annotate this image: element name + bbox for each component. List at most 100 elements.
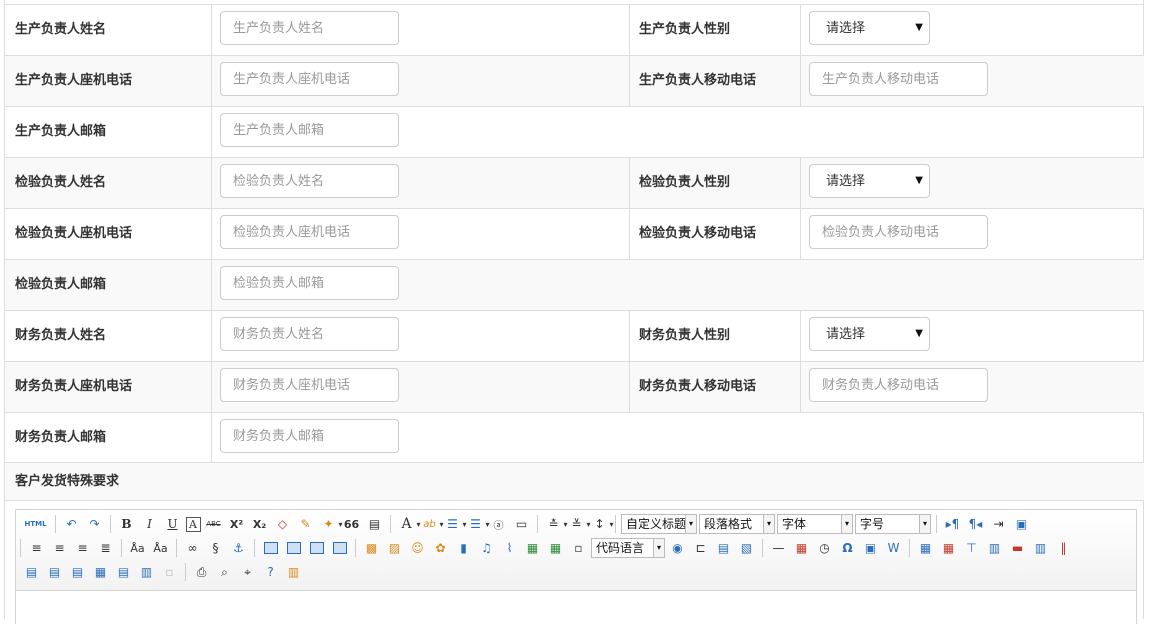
- special-char-icon[interactable]: Ω: [838, 538, 858, 558]
- font-border-icon[interactable]: A: [185, 516, 201, 532]
- anchor-icon[interactable]: ⚓: [229, 538, 249, 558]
- horizontal-rule-icon[interactable]: —: [769, 538, 789, 558]
- insert-image-icon[interactable]: ▨: [385, 538, 405, 558]
- font-size-select[interactable]: 字号 ▾: [855, 514, 931, 534]
- gender-select[interactable]: 请选择 ▼: [809, 164, 930, 198]
- strikethrough-icon[interactable]: ABC: [204, 514, 224, 534]
- ordered-list-icon[interactable]: ☰: [443, 514, 466, 534]
- underline-icon[interactable]: U: [163, 514, 183, 534]
- search-replace-icon[interactable]: ⌖: [238, 562, 258, 582]
- html-source-button[interactable]: HTML: [22, 514, 50, 534]
- eraser-icon[interactable]: ◇: [273, 514, 293, 534]
- paste-plain-icon[interactable]: ▤: [365, 514, 385, 534]
- blockquote-icon[interactable]: 66: [342, 514, 362, 534]
- help-icon[interactable]: ?: [261, 562, 281, 582]
- image-right-icon[interactable]: [307, 538, 327, 558]
- insert-col-icon[interactable]: ▥: [1031, 538, 1051, 558]
- insert-frame-icon[interactable]: ▫: [569, 538, 589, 558]
- unlink-icon[interactable]: §: [206, 538, 226, 558]
- text-field[interactable]: [220, 266, 399, 300]
- to-lowercase-icon[interactable]: Åa: [151, 538, 171, 558]
- font-color-icon[interactable]: A: [397, 514, 420, 534]
- text-field[interactable]: [220, 113, 399, 147]
- text-field[interactable]: [220, 419, 399, 453]
- align-right-icon[interactable]: ≡: [73, 538, 93, 558]
- clear-doc-icon[interactable]: ▭: [512, 514, 532, 534]
- delete-row-icon[interactable]: ▬: [1008, 538, 1028, 558]
- editor-content-area[interactable]: [16, 591, 1136, 631]
- gmap-icon[interactable]: ▦: [546, 538, 566, 558]
- merge-cells-icon[interactable]: ▤: [22, 562, 42, 582]
- delete-col-icon[interactable]: ‖: [1054, 538, 1074, 558]
- insert-video-icon[interactable]: ▮: [454, 538, 474, 558]
- italic-icon[interactable]: I: [140, 514, 160, 534]
- insert-paragraph-before-table-icon[interactable]: ⊤: [962, 538, 982, 558]
- snapscreen-icon[interactable]: ▣: [861, 538, 881, 558]
- text-field[interactable]: [220, 215, 399, 249]
- paragraph-format-select[interactable]: 段落格式 ▾: [699, 514, 775, 534]
- undo-icon[interactable]: ↶: [62, 514, 82, 534]
- font-family-select[interactable]: 字体 ▾: [777, 514, 853, 534]
- gender-select[interactable]: 请选择 ▼: [809, 317, 930, 351]
- subscript-icon[interactable]: X₂: [250, 514, 270, 534]
- text-field[interactable]: [220, 317, 399, 351]
- image-left-icon[interactable]: [284, 538, 304, 558]
- insert-row-icon[interactable]: ▥: [985, 538, 1005, 558]
- rtl-icon[interactable]: ¶◂: [966, 514, 986, 534]
- preview-icon[interactable]: ▣: [1012, 514, 1032, 534]
- gender-select[interactable]: 请选择 ▼: [809, 11, 930, 45]
- redo-icon[interactable]: ↷: [85, 514, 105, 534]
- text-field[interactable]: [220, 164, 399, 198]
- text-field[interactable]: [220, 368, 399, 402]
- indent-icon[interactable]: ⇥: [989, 514, 1009, 534]
- scrawl-icon[interactable]: ✿: [431, 538, 451, 558]
- select-all-icon[interactable]: ⓐ: [489, 514, 509, 534]
- ltr-icon[interactable]: ▸¶: [943, 514, 963, 534]
- text-field[interactable]: [809, 215, 988, 249]
- line-height-icon[interactable]: ↕: [590, 514, 613, 534]
- align-left-icon[interactable]: ≡: [27, 538, 47, 558]
- link-icon[interactable]: ∞: [183, 538, 203, 558]
- charts-icon[interactable]: ▫: [160, 562, 180, 582]
- unordered-list-icon[interactable]: ☰: [466, 514, 489, 534]
- image-center-icon[interactable]: [330, 538, 350, 558]
- format-brush-icon[interactable]: ✎: [296, 514, 316, 534]
- drafts-icon[interactable]: ▥: [284, 562, 304, 582]
- align-justify-icon[interactable]: ≣: [96, 538, 116, 558]
- pagebreak-icon[interactable]: ◉: [668, 538, 688, 558]
- date-icon[interactable]: ▦: [792, 538, 812, 558]
- text-field[interactable]: [220, 11, 399, 45]
- back-color-icon[interactable]: ab: [420, 514, 443, 534]
- text-field[interactable]: [809, 368, 988, 402]
- superscript-icon[interactable]: X²: [227, 514, 247, 534]
- split-to-rows-icon[interactable]: ▤: [114, 562, 134, 582]
- custom-heading-select[interactable]: 自定义标题 ▾: [621, 514, 697, 534]
- merge-down-icon[interactable]: ▤: [68, 562, 88, 582]
- row-spacing-bottom-icon[interactable]: ≚: [567, 514, 590, 534]
- background-icon[interactable]: ▤: [714, 538, 734, 558]
- delete-table-icon[interactable]: ▦: [939, 538, 959, 558]
- emotion-icon[interactable]: ☺: [408, 538, 428, 558]
- map-icon[interactable]: ▦: [523, 538, 543, 558]
- to-uppercase-icon[interactable]: Åa: [128, 538, 148, 558]
- simple-upload-icon[interactable]: ▩: [362, 538, 382, 558]
- bold-icon[interactable]: B: [117, 514, 137, 534]
- word-image-icon[interactable]: ▧: [737, 538, 757, 558]
- print-icon[interactable]: ⎙: [192, 562, 212, 582]
- text-field[interactable]: [220, 62, 399, 96]
- attachment-icon[interactable]: ⌇: [500, 538, 520, 558]
- align-center-icon[interactable]: ≡: [50, 538, 70, 558]
- row-spacing-top-icon[interactable]: ≛: [544, 514, 567, 534]
- preview-search-icon[interactable]: ⌕: [215, 562, 235, 582]
- split-to-cells-icon[interactable]: ▦: [91, 562, 111, 582]
- template-icon[interactable]: ⊏: [691, 538, 711, 558]
- music-icon[interactable]: ♫: [477, 538, 497, 558]
- wordimage-icon[interactable]: W: [884, 538, 904, 558]
- text-field[interactable]: [809, 62, 988, 96]
- split-to-cols-icon[interactable]: ▥: [137, 562, 157, 582]
- code-language-select[interactable]: 代码语言 ▾: [591, 538, 665, 558]
- auto-typeset-icon[interactable]: ✦: [319, 514, 342, 534]
- time-icon[interactable]: ◷: [815, 538, 835, 558]
- merge-right-icon[interactable]: ▤: [45, 562, 65, 582]
- insert-table-icon[interactable]: ▦: [916, 538, 936, 558]
